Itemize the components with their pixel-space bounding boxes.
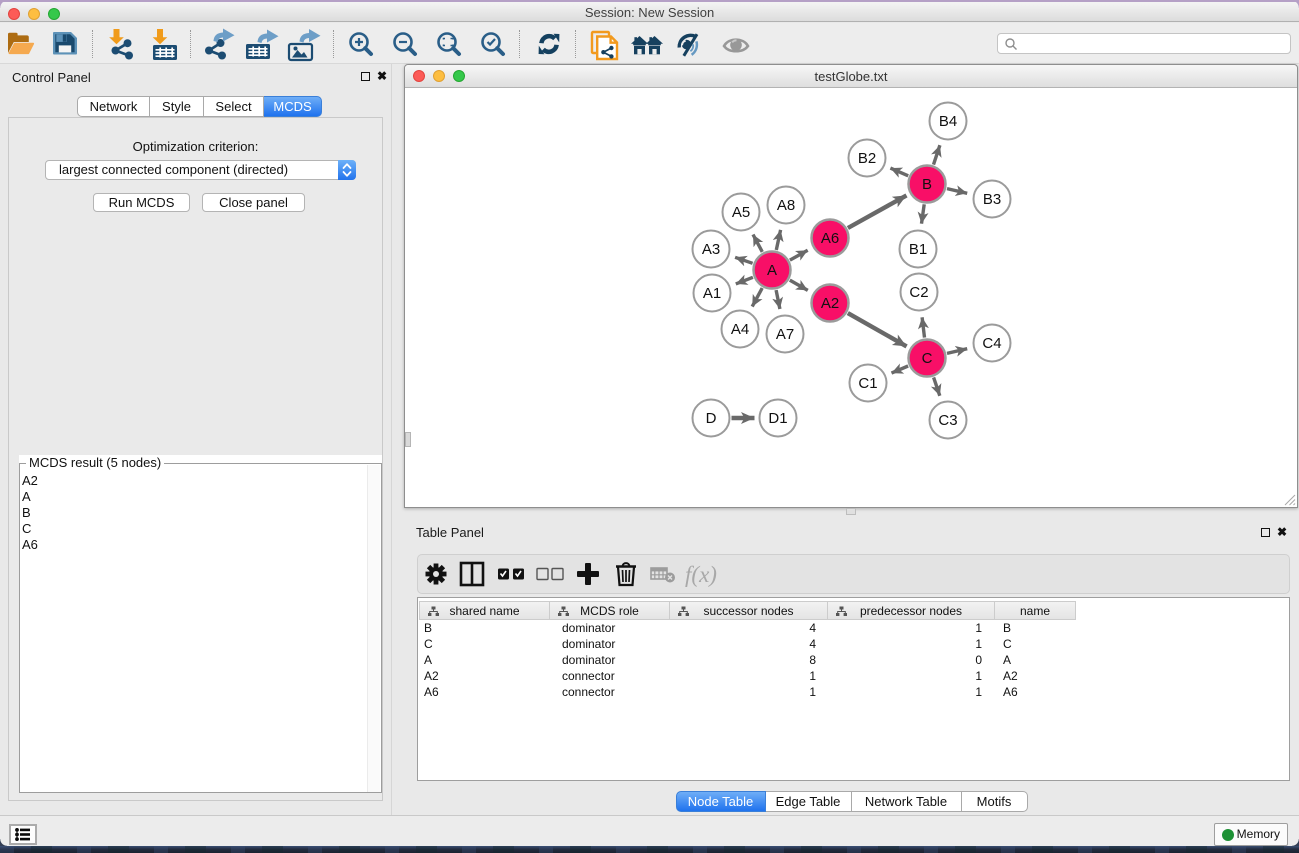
svg-text:B2: B2 bbox=[858, 150, 876, 167]
svg-text:D: D bbox=[706, 410, 717, 427]
svg-text:B: B bbox=[922, 176, 932, 193]
svg-text:A7: A7 bbox=[776, 326, 794, 343]
svg-text:A3: A3 bbox=[702, 241, 720, 258]
svg-text:A8: A8 bbox=[777, 197, 795, 214]
svg-text:C4: C4 bbox=[982, 335, 1001, 352]
svg-text:C: C bbox=[922, 350, 933, 367]
svg-text:D1: D1 bbox=[768, 410, 787, 427]
svg-text:C2: C2 bbox=[909, 284, 928, 301]
svg-text:A4: A4 bbox=[731, 321, 749, 338]
svg-text:A: A bbox=[767, 262, 777, 279]
svg-text:A5: A5 bbox=[732, 204, 750, 221]
svg-text:f(x): f(x) bbox=[685, 562, 717, 587]
svg-text:A6: A6 bbox=[821, 230, 839, 247]
svg-text:B4: B4 bbox=[939, 113, 957, 130]
svg-text:C3: C3 bbox=[938, 412, 957, 429]
svg-text:C1: C1 bbox=[858, 375, 877, 392]
svg-text:B3: B3 bbox=[983, 191, 1001, 208]
svg-text:A2: A2 bbox=[821, 295, 839, 312]
svg-text:A1: A1 bbox=[703, 285, 721, 302]
svg-text:B1: B1 bbox=[909, 241, 927, 258]
